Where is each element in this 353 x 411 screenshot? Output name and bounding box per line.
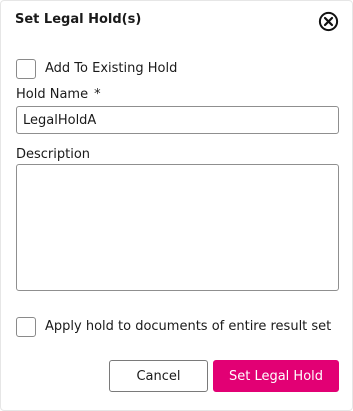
add-to-existing-hold-label: Add To Existing Hold — [45, 61, 178, 76]
apply-entire-result-set-checkbox[interactable] — [16, 317, 36, 337]
set-legal-hold-button[interactable]: Set Legal Hold — [213, 360, 339, 392]
description-textarea[interactable] — [16, 164, 339, 291]
hold-name-label: Hold Name * — [16, 87, 101, 103]
add-to-existing-hold-checkbox[interactable] — [16, 59, 36, 79]
apply-entire-result-set-label: Apply hold to documents of entire result… — [45, 319, 332, 334]
close-icon — [318, 11, 339, 32]
apply-entire-result-set-row[interactable]: Apply hold to documents of entire result… — [16, 316, 331, 338]
required-marker: * — [94, 87, 101, 102]
close-button[interactable] — [318, 11, 339, 32]
description-label: Description — [16, 147, 91, 162]
cancel-button[interactable]: Cancel — [109, 360, 208, 392]
set-legal-hold-dialog: Set Legal Hold(s) Add To Existing Hold H… — [0, 0, 353, 411]
add-to-existing-hold-row[interactable]: Add To Existing Hold — [16, 58, 177, 80]
hold-name-input[interactable] — [16, 106, 339, 134]
dialog-title: Set Legal Hold(s) — [15, 12, 142, 27]
hold-name-label-text: Hold Name — [16, 87, 89, 102]
